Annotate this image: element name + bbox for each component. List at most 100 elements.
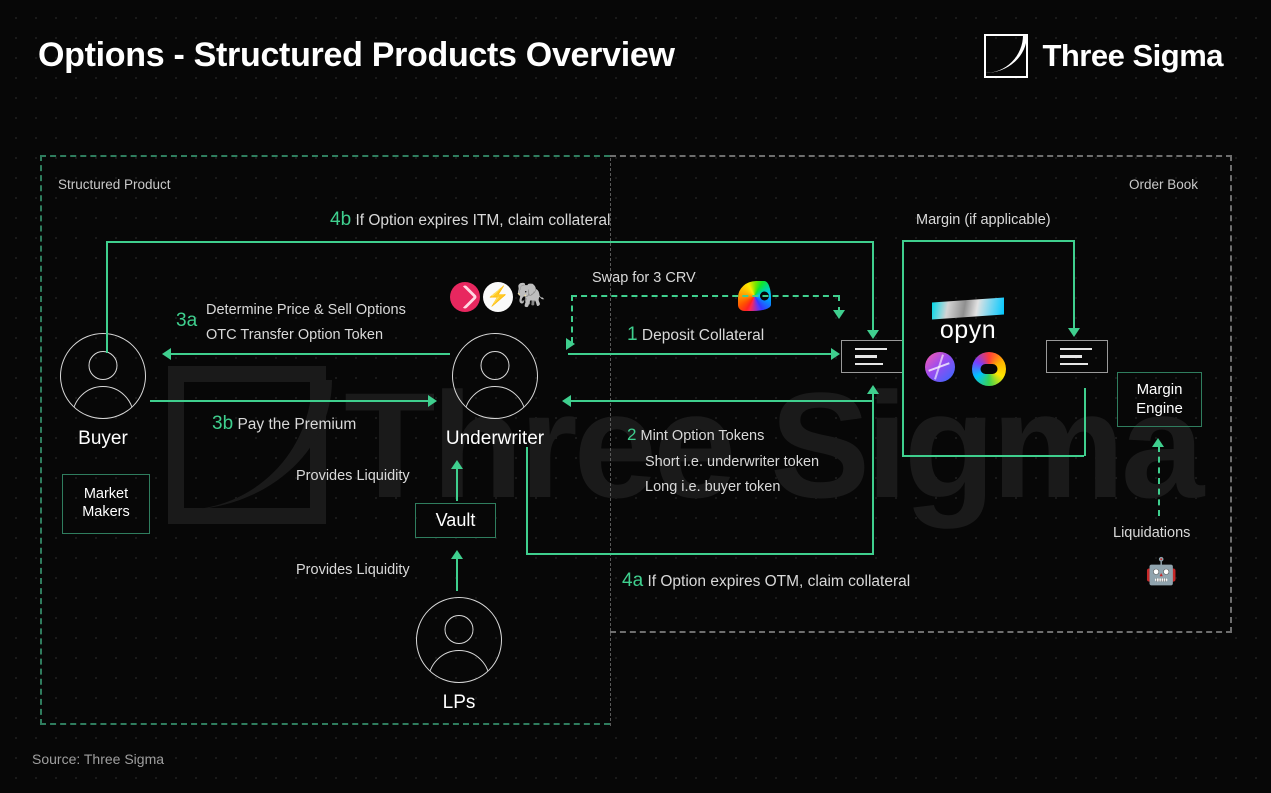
market-makers-line2: Makers: [82, 504, 130, 520]
flow-4a-right-riser: [872, 392, 874, 554]
region-separator: [610, 158, 611, 726]
vault-label: Vault: [435, 509, 476, 530]
margin-engine-line2: Engine: [1136, 399, 1183, 417]
flow-swap-left-arrowhead: [566, 338, 575, 350]
flow-margin-label: Margin (if applicable): [916, 212, 1051, 228]
flow-2-line3: Long i.e. buyer token: [645, 479, 781, 496]
flow-vault-to-underwriter: [456, 468, 458, 501]
order-book-left[interactable]: [841, 340, 903, 373]
flow-2-line: [568, 400, 873, 402]
flow-vault-up-arrowhead: [451, 460, 463, 469]
order-book-line: [855, 355, 877, 358]
flow-4a-label: 4a If Option expires OTM, claim collater…: [622, 570, 910, 592]
flow-4b-label: 4b If Option expires ITM, claim collater…: [330, 209, 610, 231]
buyer-avatar-icon: [60, 333, 146, 419]
flow-3a-label: Determine Price & Sell Options OTC Trans…: [206, 298, 406, 349]
flow-swap-dashed-rail: [571, 295, 839, 297]
flow-liquidations-line: [1158, 446, 1160, 516]
flow-3b-number: 3b: [212, 413, 234, 434]
flow-3a-line2: OTC Transfer Option Token: [206, 327, 384, 344]
lps-label: LPs: [442, 692, 476, 713]
margin-engine-line1: Margin: [1136, 381, 1183, 399]
slide-canvas: Three Sigma Options - Structured Product…: [0, 0, 1271, 793]
flow-4a-number: 4a: [622, 570, 644, 591]
three-sigma-logo-icon: [984, 34, 1029, 78]
flow-margin-right-drop: [1073, 240, 1075, 333]
flow-3a-number: 3a: [176, 310, 198, 331]
ribbon-protocol-icon: [450, 282, 480, 312]
flow-2-line1: 2 Mint Option Tokens: [627, 420, 819, 450]
flow-margin-bottom-up: [1084, 388, 1086, 456]
order-book-line: [1060, 362, 1088, 366]
flow-3a-arrowhead: [162, 348, 171, 360]
flow-4b-arrowhead: [867, 330, 879, 339]
flow-2-line2: Short i.e. underwriter token: [645, 453, 820, 470]
flow-2-number: 2: [627, 425, 637, 444]
lyra-protocol-icon: [925, 352, 955, 382]
flow-1-text: Deposit Collateral: [641, 327, 765, 344]
mammoth-protocol-icon: 🐘: [516, 282, 546, 309]
box-market-makers[interactable]: Market Makers: [62, 474, 150, 534]
thetanuts-bolt-icon: ⚡: [483, 282, 513, 312]
opyn-label: opyn: [939, 316, 997, 344]
source-note: Source: Three Sigma: [32, 751, 165, 767]
liquidation-bot-icon: 🤖: [1145, 556, 1178, 586]
flow-4a-left-riser: [526, 447, 528, 554]
brand-name: Three Sigma: [1042, 38, 1223, 73]
order-book-right[interactable]: [1046, 340, 1108, 373]
flow-3a-line1: Determine Price & Sell Options: [206, 302, 406, 318]
region-order-book-label: Order Book: [1129, 177, 1199, 192]
order-book-line: [1060, 347, 1092, 351]
flow-4b-rail: [106, 241, 874, 243]
lps-avatar-icon: [416, 597, 502, 683]
buyer-label: Buyer: [78, 428, 128, 449]
flow-4b-right-drop: [872, 241, 874, 336]
order-book-line: [855, 362, 883, 366]
region-structured-product-label: Structured Product: [58, 177, 171, 192]
flow-4a-arrowhead: [867, 385, 879, 394]
flow-4b-text: If Option expires ITM, claim collateral: [355, 212, 611, 229]
flow-swap-label: Swap for 3 CRV: [592, 270, 696, 286]
flow-1-arrowhead: [831, 348, 840, 360]
flow-4b-number: 4b: [330, 209, 352, 230]
flow-3b-label: 3b Pay the Premium: [212, 413, 356, 435]
flow-3b-line: [150, 400, 432, 402]
page-title: Options - Structured Products Overview: [38, 36, 675, 74]
flow-4a-bottom-rail: [526, 553, 874, 555]
flow-2-text: Mint Option Tokens: [640, 428, 765, 444]
flow-margin-rail: [902, 240, 1074, 242]
flow-3a-line: [168, 353, 450, 355]
flow-lps-to-vault: [456, 558, 458, 591]
flow-2-arrowhead: [562, 395, 571, 407]
dopex-protocol-icon: [972, 352, 1006, 386]
flow-swap-arrowhead: [833, 310, 845, 319]
flow-swap-left-drop: [571, 295, 573, 343]
flow-lps-up-arrowhead: [451, 550, 463, 559]
bolt-glyph: ⚡: [486, 286, 510, 308]
actor-underwriter: Underwriter: [446, 333, 544, 450]
provides-liquidity-bottom: Provides Liquidity: [296, 562, 410, 578]
flow-4b-left-drop: [106, 241, 108, 353]
flow-3b-text: Pay the Premium: [237, 416, 357, 433]
flow-1-line: [568, 353, 836, 355]
liquidations-label: Liquidations: [1113, 525, 1191, 541]
order-book-line: [1060, 355, 1082, 358]
actor-lps: LPs: [414, 597, 504, 714]
underwriter-label: Underwriter: [445, 428, 545, 449]
flow-liquidations-arrowhead: [1152, 438, 1164, 447]
market-makers-line1: Market: [83, 486, 129, 503]
flow-4a-text: If Option expires OTM, claim collateral: [647, 573, 911, 590]
flow-1-label: 1 Deposit Collateral: [627, 324, 764, 346]
box-margin-engine[interactable]: Margin Engine: [1117, 372, 1202, 427]
flow-3a-number-wrap: 3a: [176, 310, 197, 332]
opyn-protocol-logo: opyn: [930, 297, 1006, 344]
underwriter-avatar-icon: [452, 333, 538, 419]
flow-margin-bottom-rail: [902, 455, 1084, 457]
brand-logo: Three Sigma: [984, 34, 1223, 78]
box-vault[interactable]: Vault: [415, 503, 496, 538]
order-book-line: [855, 347, 887, 351]
flow-margin-arrowhead: [1068, 328, 1080, 337]
flow-2-label: 2 Mint Option Tokens Short i.e. underwri…: [627, 420, 819, 501]
flow-1-number: 1: [627, 324, 638, 345]
flow-margin-left-drop: [902, 240, 904, 455]
